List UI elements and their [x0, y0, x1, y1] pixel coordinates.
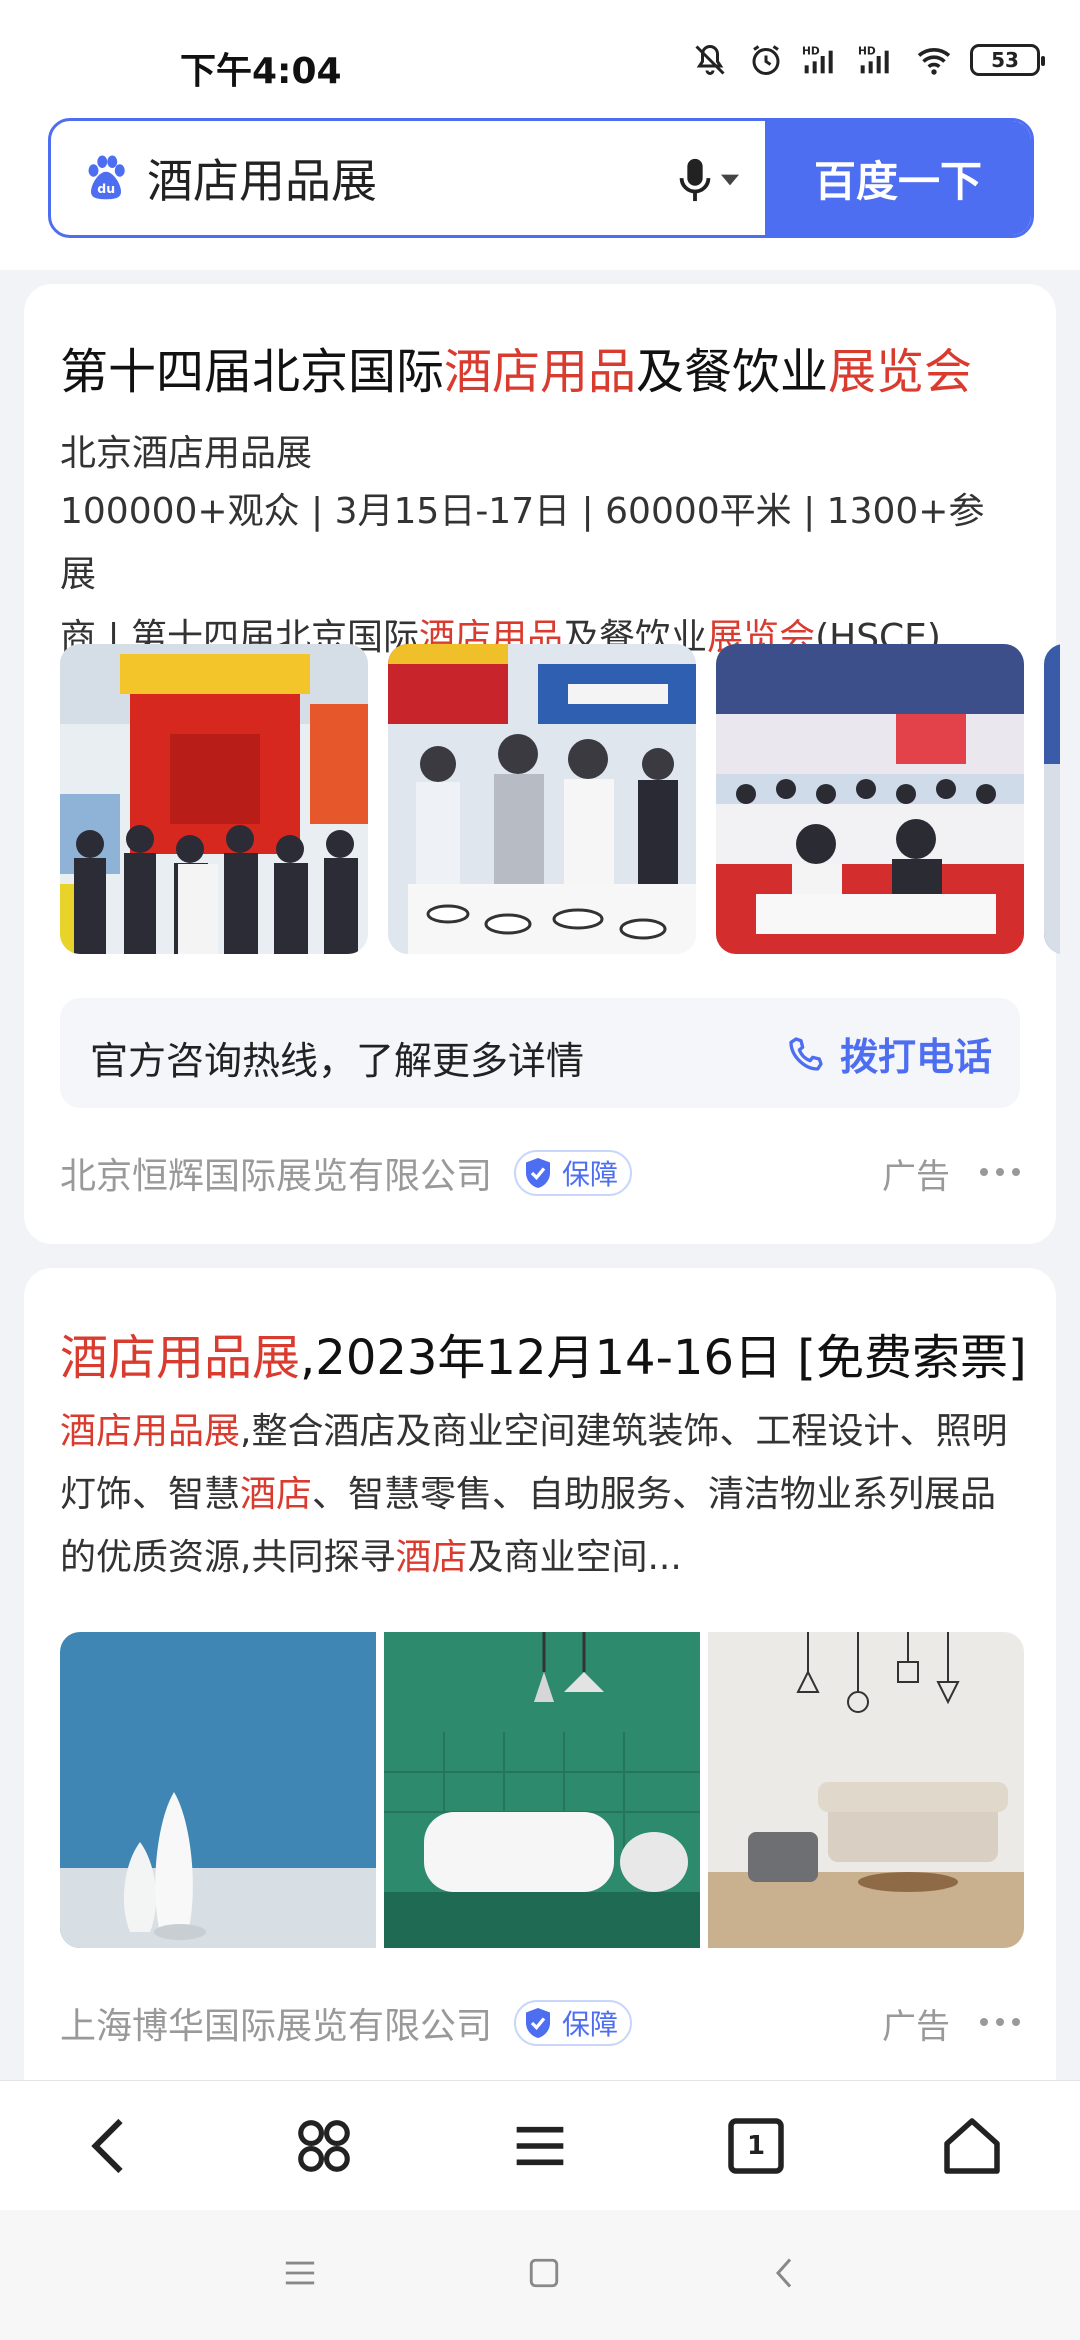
status-icons: HD HD 53: [690, 40, 1045, 80]
tab-count: 1: [746, 2130, 766, 2161]
interior-photo[interactable]: [708, 1632, 1024, 1948]
expo-photo[interactable]: [388, 644, 696, 954]
title-text: 及餐饮业: [636, 344, 829, 400]
svg-text:HD: HD: [802, 45, 820, 58]
ad-label: 广告: [882, 1156, 950, 1197]
shield-check-icon: [526, 1158, 551, 1188]
more-options-icon[interactable]: [980, 1152, 1020, 1192]
baidu-paw-icon: du: [81, 153, 131, 203]
result-description: 酒店用品展,整合酒店及商业空间建筑装饰、工程设计、照明灯饰、智慧酒店、智慧零售、…: [60, 1411, 1008, 1578]
apps-button[interactable]: [279, 2101, 369, 2191]
search-header: du 酒店用品展 百度一下: [0, 100, 1080, 270]
result-title[interactable]: 酒店用品展,2023年12月14-16日 [免费索票]: [60, 1318, 1027, 1388]
source-row: 北京恒辉国际展览有限公司 保障 广告: [60, 1148, 1020, 1198]
title-highlight: 展览会: [828, 344, 973, 400]
status-time: 下午4:04: [180, 51, 342, 92]
expo-photo[interactable]: [60, 644, 368, 954]
title-highlight: 酒店用品展: [60, 1330, 301, 1386]
microphone-icon: [679, 158, 711, 202]
mute-icon: [690, 40, 730, 80]
image-row[interactable]: [60, 1632, 1056, 1948]
search-input[interactable]: du 酒店用品展: [51, 121, 765, 235]
ad-result-card[interactable]: 酒店用品展,2023年12月14-16日 [免费索票] 酒店用品展,整合酒店及商…: [24, 1268, 1056, 2108]
result-title[interactable]: 第十四届北京国际酒店用品及餐饮业展览会: [60, 332, 972, 402]
source-name[interactable]: 上海博华国际展览有限公司: [60, 1997, 492, 2049]
recents-icon[interactable]: [283, 2258, 317, 2292]
title-highlight: 酒店用品: [444, 344, 637, 400]
result-subtitle: 北京酒店用品展: [60, 433, 313, 474]
result-description: 100000+观众 | 3月15日-17日 | 60000平米 | 1300+参…: [60, 480, 1020, 669]
back-button[interactable]: [63, 2101, 153, 2191]
menu-icon: [516, 2126, 564, 2165]
battery-icon: 53: [970, 44, 1045, 76]
guarantee-badge[interactable]: 保障: [514, 2000, 633, 2046]
tabs-button[interactable]: 1: [711, 2101, 801, 2191]
interior-photo[interactable]: [60, 1632, 376, 1948]
shield-check-icon: [526, 2008, 551, 2038]
ad-result-card[interactable]: 第十四届北京国际酒店用品及餐饮业展览会 北京酒店用品展 100000+观众 | …: [24, 284, 1060, 1244]
back-icon: [91, 2118, 123, 2173]
svg-text:HD: HD: [858, 45, 876, 58]
call-label: 拨打电话: [839, 1035, 992, 1079]
voice-search-button[interactable]: [679, 157, 739, 203]
call-button[interactable]: 拨打电话: [786, 1026, 992, 1081]
hotline-bar[interactable]: 官方咨询热线，了解更多详情 拨打电话: [60, 998, 1020, 1108]
title-text: 第十四届北京国际: [60, 344, 445, 400]
browser-toolbar: 1: [0, 2080, 1080, 2210]
desc-line: 100000+观众 | 3月15日-17日 | 60000平米 | 1300+参…: [60, 491, 985, 595]
more-options-icon[interactable]: [980, 2002, 1020, 2042]
interior-photo[interactable]: [384, 1632, 700, 1948]
search-query: 酒店用品展: [147, 154, 377, 208]
home-square-icon[interactable]: [527, 2256, 561, 2294]
source-name[interactable]: 北京恒辉国际展览有限公司: [60, 1147, 492, 1199]
menu-button[interactable]: [495, 2101, 585, 2191]
home-icon: [944, 2117, 1000, 2174]
svg-text:du: du: [97, 181, 115, 196]
hd-signal-icon: HD: [802, 40, 842, 80]
ad-label: 广告: [882, 2006, 950, 2047]
title-text: ,2023年12月14-16日 [免费索票]: [300, 1330, 1027, 1386]
search-box: du 酒店用品展 百度一下: [48, 118, 1034, 238]
expo-photo[interactable]: [716, 644, 1024, 954]
source-row: 上海博华国际展览有限公司 保障 广告: [60, 1998, 1020, 2048]
hotline-text: 官方咨询热线，了解更多详情: [90, 1039, 585, 1083]
system-navigation-bar: [0, 2210, 1080, 2340]
expo-photo[interactable]: [1044, 644, 1060, 954]
search-button[interactable]: 百度一下: [765, 121, 1031, 235]
phone-icon: [789, 1036, 823, 1071]
apps-icon: [298, 2119, 350, 2172]
home-button[interactable]: [927, 2101, 1017, 2191]
chevron-down-icon: [721, 174, 739, 186]
guarantee-badge[interactable]: 保障: [514, 1150, 633, 1196]
image-carousel[interactable]: [60, 644, 1060, 954]
system-back-icon[interactable]: [771, 2255, 797, 2295]
alarm-icon: [746, 40, 786, 80]
wifi-icon: [914, 40, 954, 80]
hd-signal-icon: HD: [858, 40, 898, 80]
